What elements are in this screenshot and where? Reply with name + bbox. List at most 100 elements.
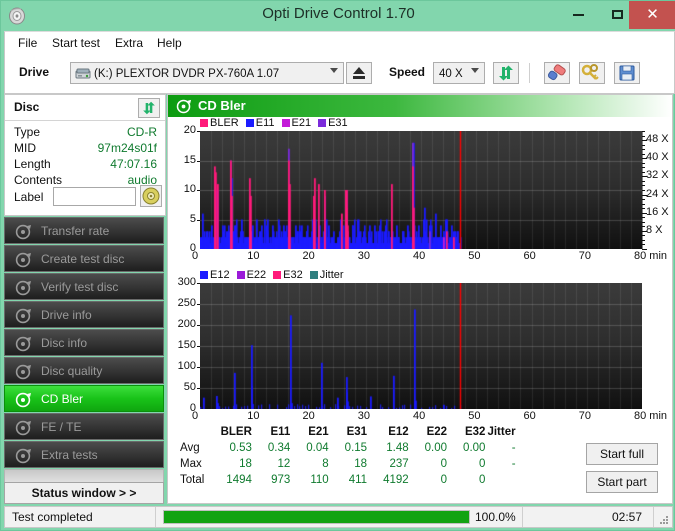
x-tick-label: 10 <box>247 410 260 422</box>
progress-percent: 100.0% <box>475 510 516 524</box>
disc-verify-icon <box>15 279 32 296</box>
y-tick-label: 10 <box>183 183 196 195</box>
start-full-button[interactable]: Start full <box>586 443 658 465</box>
sidebar-item-fe-te[interactable]: FE / TE <box>4 413 164 440</box>
content-header: CD Bler <box>168 95 672 117</box>
sidebar-item-verify-test-disc[interactable]: Verify test disc <box>4 273 164 300</box>
x-tick-label: 40 <box>413 250 426 262</box>
menu-item-start-test[interactable]: Start test <box>47 35 105 51</box>
menu-item-file[interactable]: File <box>13 35 42 51</box>
x-tick-label: 0 <box>192 250 199 262</box>
status-message: Test completed <box>12 510 93 524</box>
legend-item-bler: BLER <box>200 117 239 129</box>
cd-bler-plot[interactable] <box>200 131 642 249</box>
sidebar-item-extra-tests[interactable]: Extra tests <box>4 441 164 468</box>
legend-item-e31: E31 <box>318 117 348 129</box>
cd-e12-plot[interactable] <box>200 283 642 409</box>
progress-bar <box>163 510 470 524</box>
stats-col-e31: E31 <box>346 426 368 438</box>
chart2-legend: E12 E22 E32 Jitter <box>200 269 351 281</box>
save-button[interactable] <box>614 62 640 84</box>
y-tick-label: 20 <box>183 124 196 136</box>
disc-refresh-button[interactable] <box>138 98 160 118</box>
y-tick-mark <box>197 304 200 305</box>
content-panel: CD Bler BLER E11 E21 E31 0 5 10 15 20 0 10 20 3… <box>167 94 673 504</box>
disc-bler-icon <box>15 391 32 408</box>
x-tick-label: 60 <box>523 250 536 262</box>
stats-max-e21: 8 <box>322 458 329 470</box>
menu-item-extra[interactable]: Extra <box>110 35 148 51</box>
status-sep-1 <box>155 507 156 527</box>
stats-max-e32: 0 <box>479 458 486 470</box>
speed-tick-label: 40 X <box>646 151 669 164</box>
stats-max-e11: 12 <box>277 458 291 470</box>
disc-length-label: Length <box>14 157 51 171</box>
status-sep-3 <box>653 507 654 527</box>
sidebar-item-drive-info[interactable]: Drive info <box>4 301 164 328</box>
x-tick-label: 30 <box>357 250 370 262</box>
speed-tick-label: 8 X <box>646 223 663 236</box>
speed-tick-label: 32 X <box>646 169 669 182</box>
disc-type-value: CD-R <box>127 125 157 139</box>
disc-fete-icon <box>15 419 32 436</box>
sidebar-item-transfer-rate[interactable]: Transfer rate <box>4 217 164 244</box>
stats-col-jitter: Jitter <box>487 426 516 438</box>
stats-col-e22: E22 <box>426 426 448 438</box>
x-tick-label: 70 <box>578 250 591 262</box>
legend-label: BLER <box>210 117 239 129</box>
drive-select[interactable]: (K:) PLEXTOR DVDR PX-760A 1.07 <box>70 62 344 84</box>
y-tick-label: 50 <box>183 381 196 393</box>
start-part-button[interactable]: Start part <box>586 471 658 493</box>
legend-swatch-bler <box>200 119 208 127</box>
resize-grip[interactable] <box>659 514 669 524</box>
toolbar: Drive (K:) PLEXTOR DVDR PX-760A 1.07 Spe… <box>4 53 675 94</box>
stats-total-bler: 1494 <box>226 474 252 486</box>
disc-label-pick-button[interactable] <box>140 185 162 207</box>
speed-tick-label: 48 X <box>646 133 669 146</box>
y-tick-mark <box>197 388 200 389</box>
stats-corner <box>180 425 210 439</box>
sidebar-item-disc-quality[interactable]: Disc quality <box>4 357 164 384</box>
legend-item-e22: E22 <box>236 269 266 281</box>
refresh-drive-button[interactable] <box>493 62 519 84</box>
sidebar-item-label: Verify test disc <box>41 280 119 294</box>
stats-col-e11: E11 <box>270 426 291 438</box>
refresh-icon <box>499 65 513 81</box>
stats-total-e11: 973 <box>271 474 291 486</box>
legend-swatch-e31 <box>318 119 327 127</box>
stats-row-max-label: Max <box>180 458 202 470</box>
minimize-button[interactable] <box>559 1 598 29</box>
stats-row-total-label: Total <box>180 474 205 486</box>
y-tick-mark <box>197 346 200 347</box>
stats-col-e21: E21 <box>308 426 329 438</box>
disc-label-input[interactable] <box>53 187 136 206</box>
table-row: Total 1494 973 110 411 4192 0 0 <box>180 473 516 487</box>
keys-button[interactable] <box>579 62 605 84</box>
speed-label: Speed <box>389 65 426 79</box>
disc-contents-label: Contents <box>14 173 63 187</box>
legend-item-e32: E32 <box>273 269 303 281</box>
status-bar: Test completed 100.0% 02:57 <box>4 506 673 528</box>
erase-button[interactable] <box>544 62 570 84</box>
sidebar-item-create-test-disc[interactable]: Create test disc <box>4 245 164 272</box>
stats-avg-e12: 1.48 <box>386 442 409 454</box>
eject-icon <box>353 67 365 79</box>
sidebar-item-disc-info[interactable]: Disc info <box>4 329 164 356</box>
sidebar-item-cd-bler[interactable]: CD Bler <box>4 385 164 412</box>
legend-label: E32 <box>283 269 303 281</box>
status-window-button[interactable]: Status window > > <box>4 482 164 504</box>
charts-area: BLER E11 E21 E31 0 5 10 15 20 0 10 20 30 40 50 60 7… <box>168 117 672 503</box>
eject-button[interactable] <box>346 62 372 84</box>
close-button[interactable]: ✕ <box>629 1 675 29</box>
x-tick-label: 80 min <box>634 410 668 422</box>
speed-select-value: 40 X <box>439 68 463 80</box>
stats-avg-jitter: - <box>511 442 516 454</box>
x-tick-label: 80 min <box>634 250 668 262</box>
speed-select[interactable]: 40 X <box>433 62 485 84</box>
x-tick-label: 0 <box>192 410 199 422</box>
chart1-legend: BLER E11 E21 E31 <box>200 117 355 129</box>
table-row: Max 18 12 8 18 237 0 0 - <box>180 457 516 471</box>
menu-item-help[interactable]: Help <box>152 35 187 51</box>
x-tick-label: 50 <box>468 250 481 262</box>
app-window: Opti Drive Control 1.70 ✕ File Start tes… <box>0 0 675 531</box>
